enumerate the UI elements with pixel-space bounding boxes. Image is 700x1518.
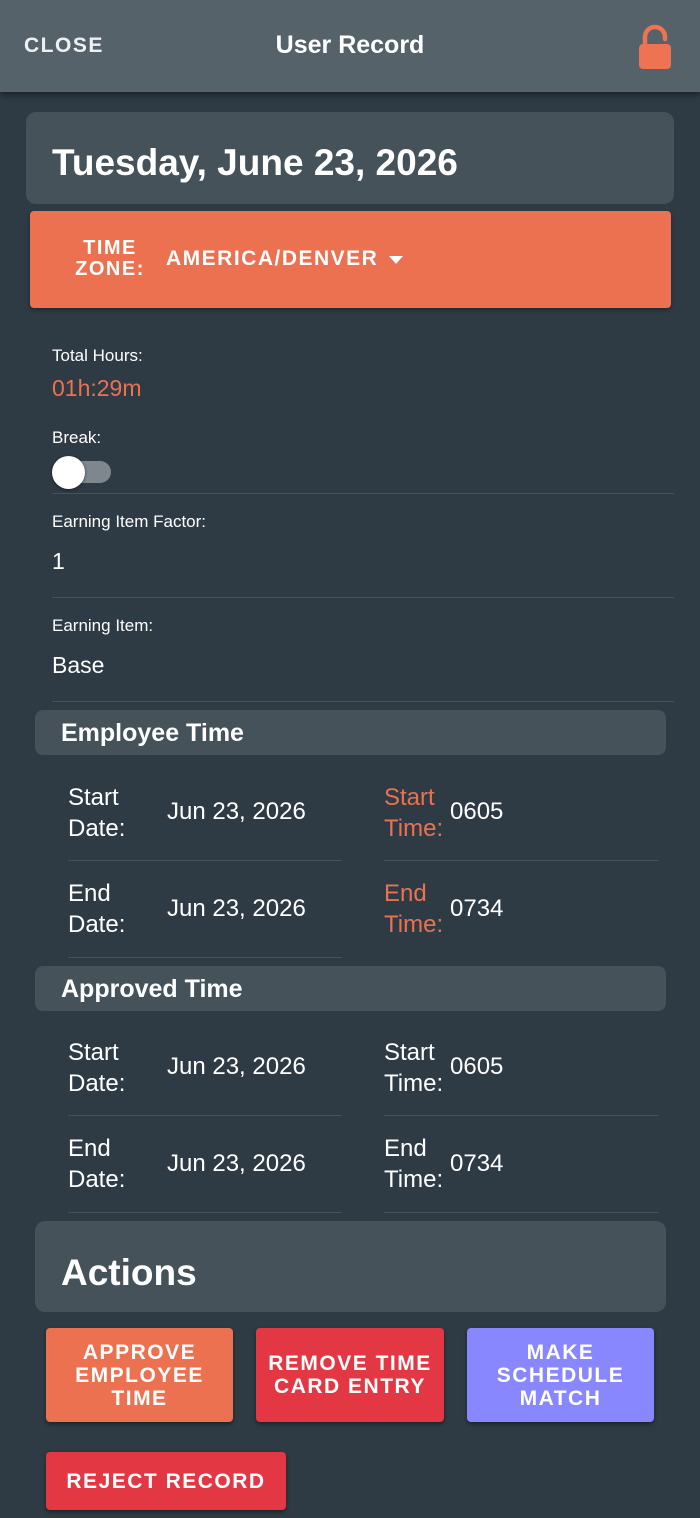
page-title: User Record xyxy=(275,31,425,59)
row-divider xyxy=(68,1115,342,1116)
divider xyxy=(52,701,674,702)
row-divider xyxy=(68,860,342,861)
section-title: Employee Time xyxy=(61,719,244,747)
earning-factor-value: 1 xyxy=(52,548,65,574)
total-hours-label: Total Hours: xyxy=(52,346,143,365)
earning-item-value: Base xyxy=(52,652,105,678)
row-divider xyxy=(68,957,342,958)
approved-start-time-value: 0605 xyxy=(450,1053,504,1080)
earning-item-label: Earning Item: xyxy=(52,616,154,635)
reject-record-button[interactable]: REJECT RECORD xyxy=(46,1452,286,1510)
employee-start-time-value: 0605 xyxy=(450,798,504,825)
section-title: Approved Time xyxy=(61,975,243,1003)
employee-start-date-label: Start Date: xyxy=(68,784,126,842)
approved-end-date-value: Jun 23, 2026 xyxy=(167,1150,306,1177)
approved-end-date-label: End Date: xyxy=(68,1135,126,1193)
row-divider xyxy=(384,860,658,861)
approved-end-time-label: End Time: xyxy=(384,1135,444,1193)
toggle-thumb xyxy=(52,456,85,489)
record-date: Tuesday, June 23, 2026 xyxy=(52,142,458,183)
approve-employee-time-button[interactable]: APPROVE EMPLOYEE TIME xyxy=(46,1328,233,1422)
approved-start-date-value: Jun 23, 2026 xyxy=(167,1053,306,1080)
row-divider xyxy=(384,1115,658,1116)
break-label: Break: xyxy=(52,428,102,447)
employee-end-time-label: End Time: xyxy=(384,880,444,938)
row-divider xyxy=(68,1212,342,1213)
total-hours-value: 01h:29m xyxy=(52,375,142,401)
timezone-bar: TIME ZONE: AMERICA/DENVER xyxy=(30,211,671,308)
approved-end-time-value: 0734 xyxy=(450,1150,504,1177)
approved-start-time-label: Start Time: xyxy=(384,1039,444,1097)
make-schedule-match-button[interactable]: MAKE SCHEDULE MATCH xyxy=(467,1328,654,1422)
employee-end-date-label: End Date: xyxy=(68,880,126,938)
actions-card: Actions xyxy=(35,1221,666,1312)
employee-start-time-label: Start Time: xyxy=(384,784,444,842)
employee-start-date-value: Jun 23, 2026 xyxy=(167,798,306,825)
top-app-bar: CLOSE User Record xyxy=(0,0,700,92)
timezone-value: AMERICA/DENVER xyxy=(166,247,379,270)
row-divider xyxy=(384,1212,658,1213)
remove-time-card-entry-button[interactable]: REMOVE TIME CARD ENTRY xyxy=(256,1328,444,1422)
actions-title: Actions xyxy=(61,1252,197,1293)
timezone-label: TIME ZONE: xyxy=(75,237,145,280)
approved-start-date-label: Start Date: xyxy=(68,1039,126,1097)
timezone-select[interactable]: AMERICA/DENVER xyxy=(166,247,404,271)
employee-end-date-value: Jun 23, 2026 xyxy=(167,895,306,922)
divider xyxy=(52,493,674,494)
caret-down-icon xyxy=(389,256,404,264)
break-toggle[interactable] xyxy=(52,456,112,490)
employee-time-header: Employee Time xyxy=(35,710,666,755)
approved-time-header: Approved Time xyxy=(35,966,666,1011)
unlock-icon[interactable] xyxy=(637,24,673,72)
divider xyxy=(52,597,674,598)
date-card: Tuesday, June 23, 2026 xyxy=(26,112,674,204)
employee-end-time-value: 0734 xyxy=(450,895,504,922)
earning-factor-label: Earning Item Factor: xyxy=(52,512,207,531)
